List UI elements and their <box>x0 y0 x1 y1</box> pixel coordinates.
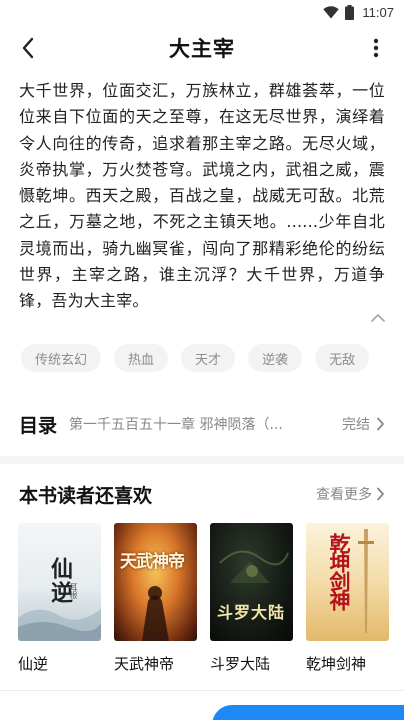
collapse-chevron-icon[interactable] <box>368 308 388 328</box>
bottom-action-bar <box>0 690 404 720</box>
catalog-title: 目录 <box>19 414 58 437</box>
section-divider <box>0 456 404 464</box>
book-cover[interactable]: 仙逆 耳根 <box>18 523 101 641</box>
cover-title: 斗罗大陆 <box>217 603 286 622</box>
completion-status: 完结 <box>342 417 370 433</box>
book-cover[interactable]: 斗罗大陆 <box>210 523 293 641</box>
view-more-link[interactable]: 查看更多 <box>316 484 385 504</box>
book-name: 乾坤剑神 <box>306 655 367 673</box>
book-description: 大千世界，位面交汇，万族林立，群雄荟萃，一位位来自下位面的天之至尊，在这无尽世界… <box>19 81 385 311</box>
tag-list: 传统玄幻 热血 天才 逆袭 无敌 <box>21 344 370 372</box>
cover-title: 乾坤剑神 <box>327 533 352 609</box>
book-name: 仙逆 <box>18 655 49 673</box>
book-cover[interactable]: 乾坤剑神 <box>306 523 389 641</box>
tag-chip[interactable]: 热血 <box>114 344 169 372</box>
recommend-book-list: 仙逆 耳根 仙逆 天武神帝 天武神帝 斗罗大陆 斗罗大陆 乾坤剑神 乾坤剑神 <box>18 523 389 674</box>
book-cover[interactable]: 天武神帝 <box>114 523 197 641</box>
wifi-icon <box>323 5 340 19</box>
recommend-title: 本书读者还喜欢 <box>19 484 153 507</box>
book-card[interactable]: 乾坤剑神 乾坤剑神 <box>306 523 389 674</box>
read-button[interactable] <box>212 705 404 720</box>
book-card[interactable]: 天武神帝 天武神帝 <box>114 523 197 674</box>
page-title: 大主宰 <box>169 37 235 61</box>
cover-title: 天武神帝 <box>120 552 185 572</box>
battery-icon <box>345 4 355 20</box>
recommend-header: 本书读者还喜欢 查看更多 <box>19 478 385 510</box>
view-more-label: 查看更多 <box>316 487 372 503</box>
more-vertical-icon[interactable] <box>366 34 386 62</box>
status-bar: 11:07 <box>0 0 404 24</box>
chevron-right-icon <box>376 487 385 501</box>
back-arrow-icon[interactable] <box>14 34 42 62</box>
book-name: 天武神帝 <box>114 655 175 673</box>
tag-chip[interactable]: 无敌 <box>315 344 370 372</box>
tag-chip[interactable]: 传统玄幻 <box>21 344 102 372</box>
latest-chapter: 第一千五百五十一章 邪神陨落（... <box>69 417 283 433</box>
book-card[interactable]: 仙逆 耳根 仙逆 <box>18 523 101 674</box>
catalog-row[interactable]: 目录 第一千五百五十一章 邪神陨落（... 完结 <box>0 400 404 448</box>
tag-chip[interactable]: 逆袭 <box>248 344 303 372</box>
status-time: 11:07 <box>362 4 394 20</box>
app-header: 大主宰 <box>0 24 404 72</box>
tag-chip[interactable]: 天才 <box>181 344 236 372</box>
chevron-right-icon <box>376 417 385 431</box>
book-name: 斗罗大陆 <box>210 655 271 673</box>
book-card[interactable]: 斗罗大陆 斗罗大陆 <box>210 523 293 674</box>
cover-author: 耳根 <box>69 583 78 599</box>
